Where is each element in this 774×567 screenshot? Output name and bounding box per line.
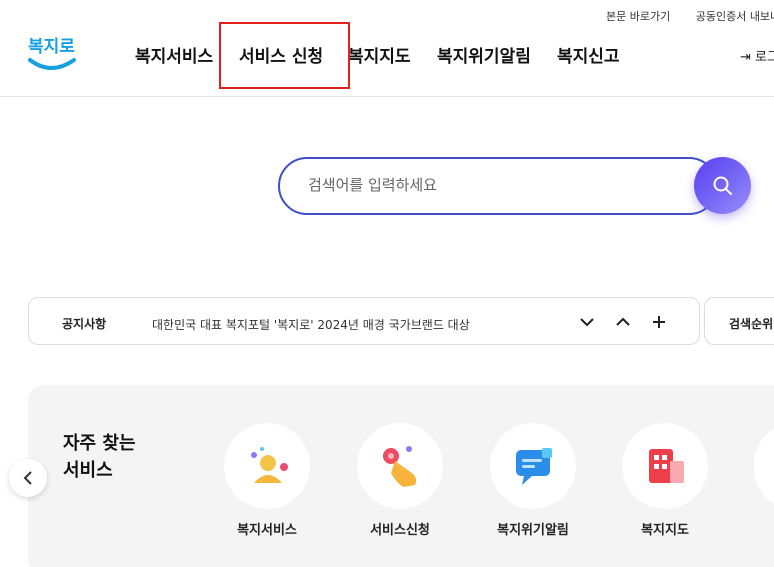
nav-welfare-service[interactable]: 복지서비스 — [135, 42, 213, 67]
chevron-down-icon[interactable] — [577, 312, 597, 332]
plus-icon[interactable] — [649, 312, 669, 332]
map-building-icon — [649, 449, 684, 483]
favorite-item-welfare-crisis-alert[interactable]: 복지위기알림 — [483, 423, 583, 538]
chevron-up-icon[interactable] — [613, 312, 633, 332]
nav-highlight-box — [219, 22, 350, 89]
login-label: 로그 — [755, 50, 774, 65]
favorite-item-service-apply[interactable]: 서비스신청 — [350, 423, 450, 538]
login-icon: ⇥ — [740, 50, 751, 65]
favorite-services-title: 자주 찾는 서비스 — [63, 433, 136, 481]
search-ranking-label: 검색순위 — [729, 317, 774, 331]
people-icon — [251, 447, 288, 483]
search-input[interactable] — [308, 176, 668, 194]
notice-text[interactable]: 대한민국 대표 복지포털 '복지로' 2024년 매경 국가브랜드 대상 — [152, 316, 470, 333]
chat-bubble-icon — [516, 448, 552, 485]
chevron-left-icon — [23, 471, 32, 485]
favorite-item-welfare-service[interactable]: 복지서비스 — [217, 423, 317, 538]
favorite-item-label: 서비스신청 — [370, 523, 430, 538]
favorite-item-welfare-map[interactable]: 복지지도 — [615, 423, 715, 538]
nav-welfare-crisis-alert[interactable]: 복지위기알림 — [437, 42, 531, 67]
favorite-item-label: 복지지도 — [641, 523, 689, 538]
favorite-item-label: 복지위기알림 — [497, 523, 569, 538]
header-divider — [0, 96, 774, 97]
search-button[interactable] — [694, 157, 751, 214]
logo-text: 복지로 — [28, 37, 75, 57]
utility-links: 본문 바로가기 공동인증서 내보내 — [606, 8, 774, 24]
carousel-prev-button[interactable] — [9, 459, 47, 497]
notice-label: 공지사항 — [62, 317, 107, 331]
favorite-item-label: 복지서비스 — [237, 523, 297, 538]
skip-to-content-link[interactable]: 본문 바로가기 — [606, 10, 670, 23]
logo[interactable]: 복지로 — [24, 30, 80, 76]
search-icon — [713, 176, 732, 195]
notice-bar: 공지사항 대한민국 대표 복지포털 '복지로' 2024년 매경 국가브랜드 대… — [28, 297, 700, 345]
nav-welfare-report[interactable]: 복지신고 — [557, 42, 620, 67]
certificate-export-link[interactable]: 공동인증서 내보내 — [696, 10, 774, 23]
tap-hand-icon — [383, 446, 417, 487]
search-ranking-box[interactable]: 검색순위 — [704, 297, 774, 345]
login-button[interactable]: ⇥ 로그 — [740, 46, 774, 65]
nav-welfare-map[interactable]: 복지지도 — [348, 42, 411, 67]
logo-icon: 복지로 — [28, 37, 76, 70]
search-box — [278, 157, 718, 215]
